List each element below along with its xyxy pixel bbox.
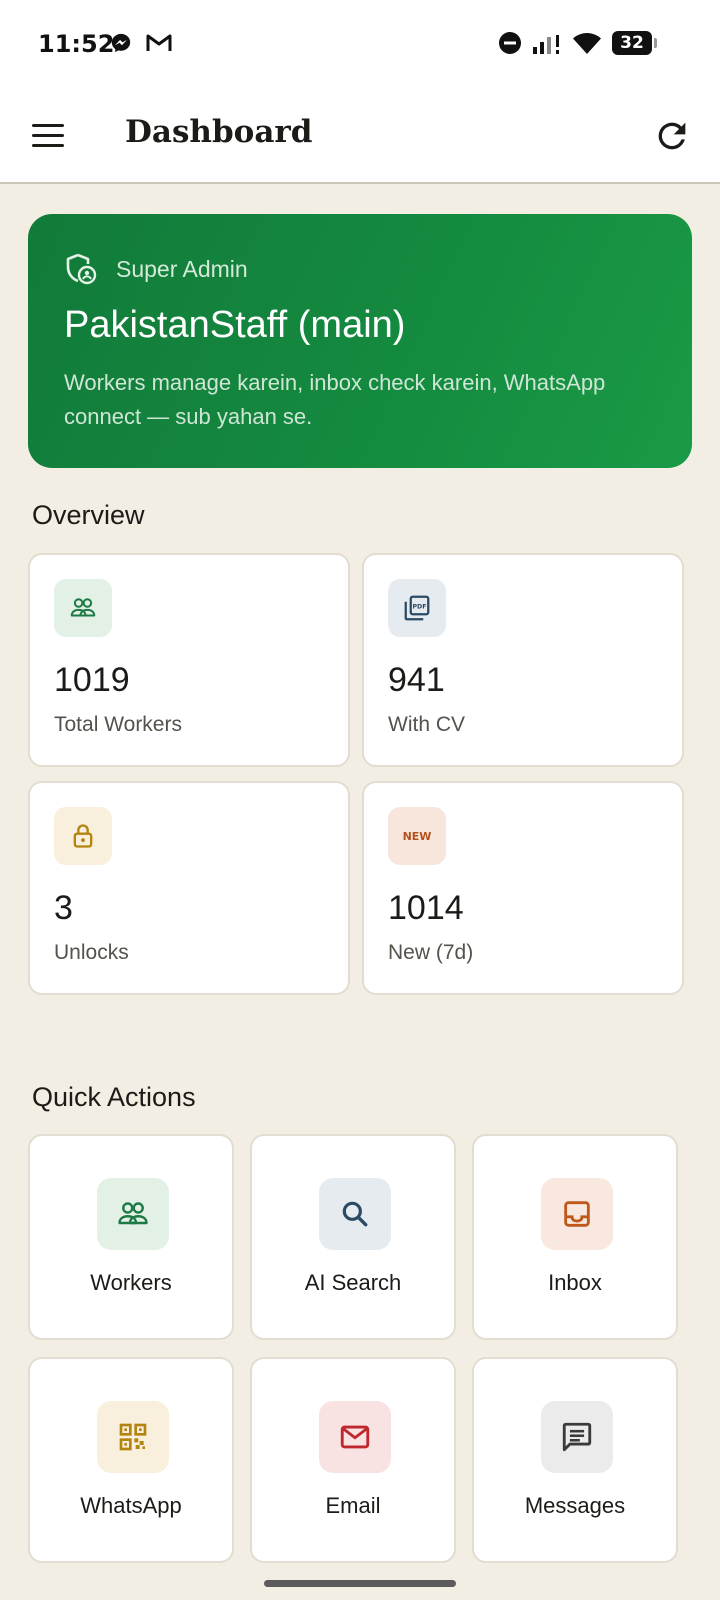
action-label: Inbox xyxy=(548,1270,602,1295)
stat-label: Unlocks xyxy=(54,941,129,964)
do-not-disturb-icon xyxy=(499,32,521,54)
action-label: Email xyxy=(325,1493,381,1518)
signal-icon xyxy=(533,35,559,54)
action-label: AI Search xyxy=(304,1270,402,1295)
pdf-icon: PDF xyxy=(388,579,446,637)
qr-code-icon xyxy=(97,1401,169,1473)
action-ai-search-button[interactable]: AI Search xyxy=(250,1134,456,1340)
action-email-button[interactable]: Email xyxy=(250,1357,456,1563)
stat-value: 1014 xyxy=(388,889,464,927)
people-icon xyxy=(54,579,112,637)
stat-label: Total Workers xyxy=(54,713,182,736)
hero-card: Super Admin PakistanStaff (main) Workers… xyxy=(28,214,692,468)
overview-title: Overview xyxy=(32,500,145,530)
messenger-icon xyxy=(111,33,131,53)
lock-open-icon xyxy=(54,807,112,865)
refresh-icon xyxy=(658,122,686,150)
new-badge-icon: NEW xyxy=(388,807,446,865)
admin-shield-icon xyxy=(66,253,97,285)
stat-card-with-cv[interactable]: PDF 941 With CV xyxy=(362,553,684,767)
stat-label: New (7d) xyxy=(388,941,474,964)
gmail-icon xyxy=(146,34,172,51)
message-icon xyxy=(541,1401,613,1473)
mail-icon xyxy=(319,1401,391,1473)
stat-card-total-workers[interactable]: 1019 Total Workers xyxy=(28,553,350,767)
home-indicator[interactable] xyxy=(264,1580,456,1587)
action-messages-button[interactable]: Messages xyxy=(472,1357,678,1563)
action-workers-button[interactable]: Workers xyxy=(28,1134,234,1340)
refresh-button[interactable] xyxy=(652,116,692,156)
quick-actions-title: Quick Actions xyxy=(32,1082,196,1112)
inbox-icon xyxy=(541,1178,613,1250)
hero-role: Super Admin xyxy=(116,256,248,282)
battery-icon: 32 xyxy=(612,31,657,55)
stat-card-new-7d[interactable]: NEW 1014 New (7d) xyxy=(362,781,684,995)
action-whatsapp-button[interactable]: WhatsApp xyxy=(28,1357,234,1563)
stat-label: With CV xyxy=(388,713,466,736)
app-bar: Dashboard xyxy=(0,88,720,184)
stat-value: 941 xyxy=(388,661,445,699)
stat-card-unlocks[interactable]: 3 Unlocks xyxy=(28,781,350,995)
menu-button[interactable] xyxy=(26,114,70,158)
stat-value: 1019 xyxy=(54,661,130,699)
menu-icon xyxy=(32,124,64,147)
hero-title: PakistanStaff (main) xyxy=(64,304,406,346)
hero-description: Workers manage karein, inbox check karei… xyxy=(64,370,606,429)
status-bar: 11:52 32 xyxy=(0,0,720,88)
status-time: 11:52 xyxy=(38,30,115,58)
action-inbox-button[interactable]: Inbox xyxy=(472,1134,678,1340)
page-title: Dashboard xyxy=(125,114,313,150)
battery-level: 32 xyxy=(612,31,652,55)
stat-value: 3 xyxy=(54,889,73,927)
action-label: Messages xyxy=(524,1493,626,1518)
people-icon xyxy=(97,1178,169,1250)
search-icon xyxy=(319,1178,391,1250)
wifi-icon xyxy=(573,33,601,54)
action-label: WhatsApp xyxy=(80,1493,182,1518)
action-label: Workers xyxy=(90,1270,172,1295)
svg-text:PDF: PDF xyxy=(412,604,426,611)
